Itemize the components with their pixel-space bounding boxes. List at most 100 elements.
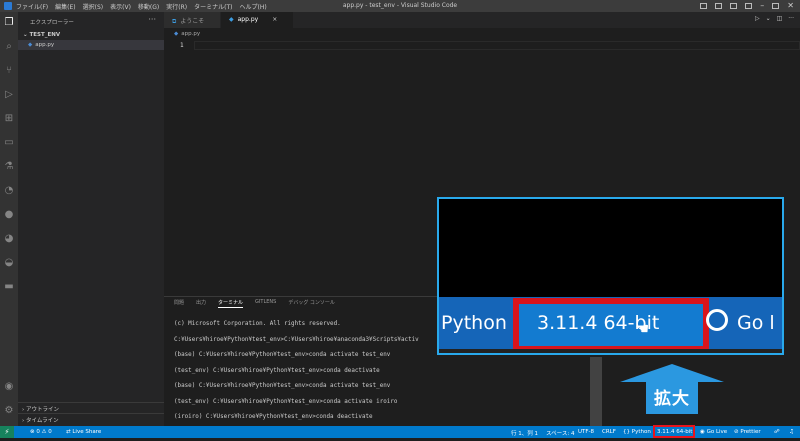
search-icon[interactable]: ⌕ [3, 40, 15, 52]
folder-icon[interactable]: ▬ [3, 280, 15, 292]
menu-terminal[interactable]: ターミナル(T) [194, 2, 232, 11]
problems-indicator[interactable]: ⊗ 0 ⚠ 0 [30, 429, 52, 435]
live-share-button[interactable]: ⇄ Live Share [66, 429, 101, 435]
extensions-icon[interactable]: ⊞ [3, 112, 15, 124]
zoomed-go-live-icon [706, 309, 728, 331]
menu-edit[interactable]: 編集(E) [55, 2, 75, 11]
zoomed-strip [439, 349, 782, 355]
python-file-icon: ◆ [229, 16, 234, 23]
language-label: Python [632, 429, 651, 435]
cursor-position[interactable]: 行 1、列 1 [511, 429, 538, 437]
explorer-sidebar: エクスプローラー ··· ⌄ TEST_ENV ◆app.py › アウトライン… [18, 12, 164, 426]
zoomed-language-label: Python [441, 312, 507, 334]
go-live-label: Go Live [707, 429, 728, 435]
zoom-label: 拡大 [620, 384, 724, 409]
tab-welcome[interactable]: ⧉ ようこそ [164, 12, 220, 28]
docker-icon[interactable]: ◒ [3, 256, 15, 268]
terminal-line: (iroiro) C:¥Users¥hiroe¥Python¥test_env>… [174, 410, 419, 426]
maximize-button[interactable] [772, 3, 779, 9]
terminal-line: (test_env) C:¥Users¥hiroe¥Python¥test_en… [174, 395, 419, 411]
menu-selection[interactable]: 選択(S) [83, 2, 104, 11]
customize-layout-icon[interactable] [745, 3, 752, 9]
line-ending[interactable]: CRLF [602, 429, 616, 435]
live-share-label: Live Share [72, 429, 101, 435]
sidebar-toggle-icon[interactable] [730, 3, 737, 9]
menu-view[interactable]: 表示(V) [110, 2, 131, 11]
menu-file[interactable]: ファイル(F) [16, 2, 48, 11]
language-mode[interactable]: {} Python [623, 429, 651, 435]
vscode-logo-icon [4, 2, 12, 10]
tab-problems[interactable]: 問題 [174, 299, 184, 308]
remote-explorer-icon[interactable]: ▭ [3, 136, 15, 148]
panel-side-strip [784, 296, 800, 426]
gitlens-icon[interactable]: ◔ [3, 184, 15, 196]
terminal-line: (c) Microsoft Corporation. All rights re… [174, 317, 419, 333]
layout-toggle-icon[interactable] [700, 3, 707, 9]
line-number: 1 [180, 42, 184, 49]
python-file-icon: ◆ [28, 42, 32, 48]
editor-actions: ▷ ⌄ ◫ ··· [755, 15, 794, 22]
tab-terminal[interactable]: ターミナル [218, 299, 243, 308]
feedback-icon[interactable]: ☍ [774, 429, 780, 435]
interpreter-highlight-box [653, 425, 695, 438]
indentation[interactable]: スペース: 4 [546, 429, 574, 437]
menu-run[interactable]: 実行(R) [166, 2, 187, 11]
minimize-button[interactable]: – [760, 3, 764, 9]
gear-icon[interactable]: ⚙ [3, 404, 15, 416]
live-share-icon[interactable]: ◕ [3, 232, 15, 244]
chevron-down-icon[interactable]: ⌄ [766, 15, 771, 22]
terminal-scrollbar[interactable] [590, 357, 602, 426]
run-debug-icon[interactable]: ▷ [3, 88, 15, 100]
vscode-icon: ⧉ [172, 18, 176, 25]
github-icon[interactable]: ● [3, 208, 15, 220]
tab-gitlens[interactable]: GITLENS [255, 299, 276, 308]
testing-icon[interactable]: ⚗ [3, 160, 15, 172]
source-control-icon[interactable]: ⑂ [3, 64, 15, 76]
window-controls: – ✕ [700, 0, 800, 12]
zoom-callout: Python 3.11.4 64-bit ☚ Go l [437, 197, 784, 355]
terminal-line: (base) C:¥Users¥hiroe¥Python¥test_env>co… [174, 379, 419, 395]
terminal-line: (base) C:¥Users¥hiroe¥Python¥test_env>co… [174, 348, 419, 364]
tab-welcome-label: ようこそ [180, 18, 204, 25]
explorer-header: エクスプローラー ··· [18, 12, 164, 30]
menu-help[interactable]: ヘルプ(H) [239, 2, 266, 11]
breadcrumb[interactable]: ◆app.py [174, 31, 200, 37]
remote-indicator[interactable]: ⚡ [0, 426, 14, 438]
terminal-line: C:¥Users¥hiroe¥Python¥test_env>C:¥Users¥… [174, 333, 419, 349]
activity-bar: ❐ ⌕ ⑂ ▷ ⊞ ▭ ⚗ ◔ ● ◕ ◒ ▬ ◉ ⚙ [0, 12, 18, 426]
prettier-label: Prettier [740, 429, 760, 435]
tab-app-py-label: app.py [238, 16, 259, 23]
timeline-section[interactable]: › タイムライン [18, 413, 164, 423]
current-line-highlight [194, 41, 800, 50]
run-file-icon[interactable]: ▷ [755, 15, 760, 22]
bell-icon[interactable]: ♫ [789, 429, 794, 435]
title-bar: ファイル(F) 編集(E) 選択(S) 表示(V) 移動(G) 実行(R) ター… [0, 0, 800, 12]
file-item-app-py[interactable]: ◆app.py [18, 40, 164, 50]
split-editor-icon[interactable]: ◫ [777, 15, 783, 22]
outline-section[interactable]: › アウトライン [18, 402, 164, 412]
panel-toggle-icon[interactable] [715, 3, 722, 9]
zoomed-go-live-label: Go l [737, 312, 775, 334]
go-live-button[interactable]: ◉ Go Live [700, 429, 727, 435]
tab-debug-console[interactable]: デバッグ コンソール [288, 299, 335, 308]
panel-tabs: 問題 出力 ターミナル GITLENS デバッグ コンソール [174, 299, 335, 308]
workspace-folder[interactable]: ⌄ TEST_ENV [18, 30, 164, 40]
terminal-line: (test_env) C:¥Users¥hiroe¥Python¥test_en… [174, 364, 419, 380]
editor-tabs: ⧉ ようこそ ◆ app.py × ▷ ⌄ ◫ ··· [164, 12, 800, 28]
account-icon[interactable]: ◉ [3, 380, 15, 392]
tab-app-py[interactable]: ◆ app.py × [221, 12, 293, 28]
more-actions-icon[interactable]: ··· [148, 15, 156, 24]
close-window-button[interactable]: ✕ [787, 3, 794, 9]
close-tab-icon[interactable]: × [272, 16, 277, 23]
tab-output[interactable]: 出力 [196, 299, 206, 308]
explorer-icon[interactable]: ❐ [3, 16, 15, 28]
zoom-arrow: 拡大 [620, 364, 724, 414]
prettier-button[interactable]: ⊘ Prettier [734, 429, 761, 435]
more-icon[interactable]: ··· [788, 15, 794, 22]
menu-go[interactable]: 移動(G) [138, 2, 159, 11]
breadcrumb-label: app.py [181, 31, 200, 37]
python-file-icon: ◆ [174, 31, 178, 37]
explorer-title: エクスプローラー [30, 20, 74, 26]
encoding[interactable]: UTF-8 [578, 429, 594, 435]
terminal[interactable]: (c) Microsoft Corporation. All rights re… [174, 317, 419, 441]
